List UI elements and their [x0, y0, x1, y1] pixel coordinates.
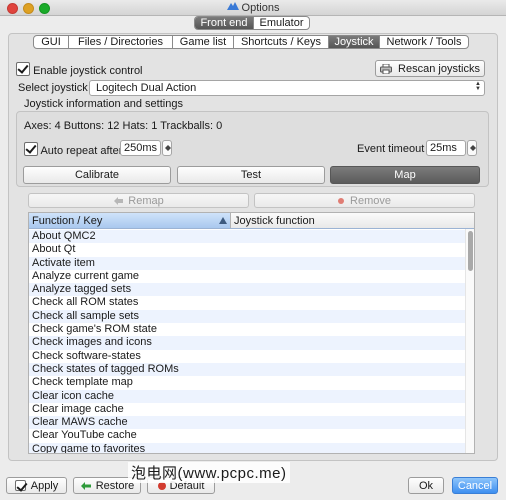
event-timeout-stepper[interactable] — [467, 140, 477, 156]
trackballs-value: 0 — [216, 120, 223, 132]
auto-repeat-checkbox[interactable] — [24, 142, 38, 156]
restore-arrow-icon — [80, 481, 91, 490]
remap-button[interactable]: Remap — [28, 193, 249, 208]
table-row[interactable]: Check template map — [29, 376, 465, 389]
event-timeout-label: Event timeout — [357, 143, 425, 155]
hats-value: 1 — [151, 120, 158, 132]
calibrate-label: Calibrate — [74, 169, 120, 181]
table-row[interactable]: Check images and icons — [29, 336, 465, 350]
emulator-segment[interactable]: Emulator — [253, 17, 309, 29]
select-joystick-combo[interactable]: Logitech Dual Action ▲ ▼ — [89, 80, 485, 96]
cancel-button[interactable]: Cancel — [452, 477, 498, 494]
table-row[interactable]: Check software-states — [29, 350, 465, 363]
column-header-function-key-label: Function / Key — [32, 214, 103, 227]
table-row[interactable]: Check states of tagged ROMs — [29, 362, 465, 377]
map-button[interactable]: Map — [330, 166, 480, 184]
sort-ascending-icon — [219, 217, 227, 224]
axes-value: 4 — [54, 120, 61, 132]
event-timeout-value: 25ms — [430, 142, 457, 154]
watermark: 泡电网(www.pcpc.me) — [128, 462, 290, 483]
event-timeout-input[interactable]: 25ms — [426, 140, 466, 156]
test-button[interactable]: Test — [177, 166, 325, 184]
joystick-map-table: Function / Key Joystick function About Q… — [28, 212, 475, 454]
auto-repeat-value: 250ms — [124, 142, 158, 154]
table-row[interactable]: Clear MAWS cache — [29, 416, 465, 430]
rescan-joysticks-label: Rescan joysticks — [398, 62, 480, 75]
enable-joystick-option[interactable]: Enable joystick control — [16, 62, 143, 77]
window-title: Options — [241, 2, 280, 14]
tab-game-list[interactable]: Game list — [172, 36, 233, 48]
table-body: About QMC2 About Qt Activate item Analyz… — [29, 230, 465, 453]
trackballs-label: Trackballs: — [160, 120, 214, 132]
select-joystick-value: Logitech Dual Action — [96, 82, 197, 94]
remap-icon — [114, 196, 124, 205]
table-row[interactable]: Check all ROM states — [29, 296, 465, 309]
tab-gui[interactable]: GUI — [34, 36, 68, 48]
rescan-joysticks-button[interactable]: Rescan joysticks — [375, 60, 485, 77]
buttons-label: Buttons: — [63, 120, 105, 132]
printer-icon — [380, 63, 393, 74]
front-end-segment[interactable]: Front end — [195, 17, 253, 29]
table-row[interactable]: About Qt — [29, 243, 465, 256]
remove-icon — [338, 197, 345, 204]
calibrate-button[interactable]: Calibrate — [23, 166, 171, 184]
auto-repeat-label: Auto repeat after — [40, 145, 123, 157]
tab-bar: GUI Files / Directories Game list Shortc… — [33, 35, 469, 49]
combo-arrows-icon: ▲ ▼ — [475, 81, 481, 92]
joystick-stats: Axes: 4 Buttons: 12 Hats: 1 Trackballs: … — [24, 120, 222, 132]
table-row[interactable]: Clear icon cache — [29, 389, 465, 403]
table-row[interactable]: Check all sample sets — [29, 309, 465, 324]
map-label: Map — [394, 169, 416, 181]
ok-button[interactable]: Ok — [408, 477, 444, 494]
enable-joystick-checkbox[interactable] — [16, 62, 30, 76]
test-label: Test — [240, 169, 262, 181]
select-joystick-label: Select joystick — [18, 82, 88, 94]
buttons-value: 12 — [107, 120, 120, 132]
table-row[interactable]: About QMC2 — [29, 230, 465, 244]
table-scrollbar[interactable] — [465, 229, 474, 453]
table-row[interactable]: Analyze tagged sets — [29, 283, 465, 297]
window-title-area: Options — [0, 1, 506, 14]
info-group-title: Joystick information and settings — [24, 98, 183, 110]
table-row[interactable]: Check game's ROM state — [29, 323, 465, 336]
auto-repeat-input[interactable]: 250ms — [120, 140, 161, 156]
remap-label: Remap — [128, 194, 164, 207]
cancel-label: Cancel — [457, 479, 493, 492]
ok-label: Ok — [418, 479, 434, 492]
apply-check-icon — [14, 480, 26, 491]
tab-files-directories[interactable]: Files / Directories — [68, 36, 172, 48]
hats-label: Hats: — [122, 120, 149, 132]
table-row[interactable]: Clear YouTube cache — [29, 429, 465, 442]
auto-repeat-option[interactable]: Auto repeat after — [24, 142, 122, 157]
enable-joystick-label: Enable joystick control — [33, 65, 143, 77]
mode-switch: Front end Emulator — [194, 16, 310, 30]
table-header: Function / Key Joystick function — [29, 213, 474, 229]
axes-label: Axes: — [24, 120, 52, 132]
tab-shortcuts-keys[interactable]: Shortcuts / Keys — [233, 36, 328, 48]
title-bar: Options — [0, 0, 506, 16]
remove-label: Remove — [350, 194, 391, 207]
apply-label: Apply — [30, 479, 59, 492]
column-header-function-key[interactable]: Function / Key — [29, 213, 230, 228]
table-row[interactable]: Activate item — [29, 256, 465, 270]
app-icon — [226, 2, 239, 10]
table-row[interactable]: Clear image cache — [29, 403, 465, 416]
table-row[interactable]: Copy game to favorites — [29, 442, 465, 453]
auto-repeat-stepper[interactable] — [162, 140, 172, 156]
column-header-joystick-function-label: Joystick function — [234, 214, 315, 227]
table-row[interactable]: Analyze current game — [29, 270, 465, 283]
scrollbar-thumb[interactable] — [468, 231, 473, 271]
apply-button[interactable]: Apply — [6, 477, 67, 494]
column-header-joystick-function[interactable]: Joystick function — [230, 213, 474, 228]
remove-button[interactable]: Remove — [254, 193, 475, 208]
tab-network-tools[interactable]: Network / Tools — [379, 36, 468, 48]
tab-joystick[interactable]: Joystick — [328, 36, 379, 48]
